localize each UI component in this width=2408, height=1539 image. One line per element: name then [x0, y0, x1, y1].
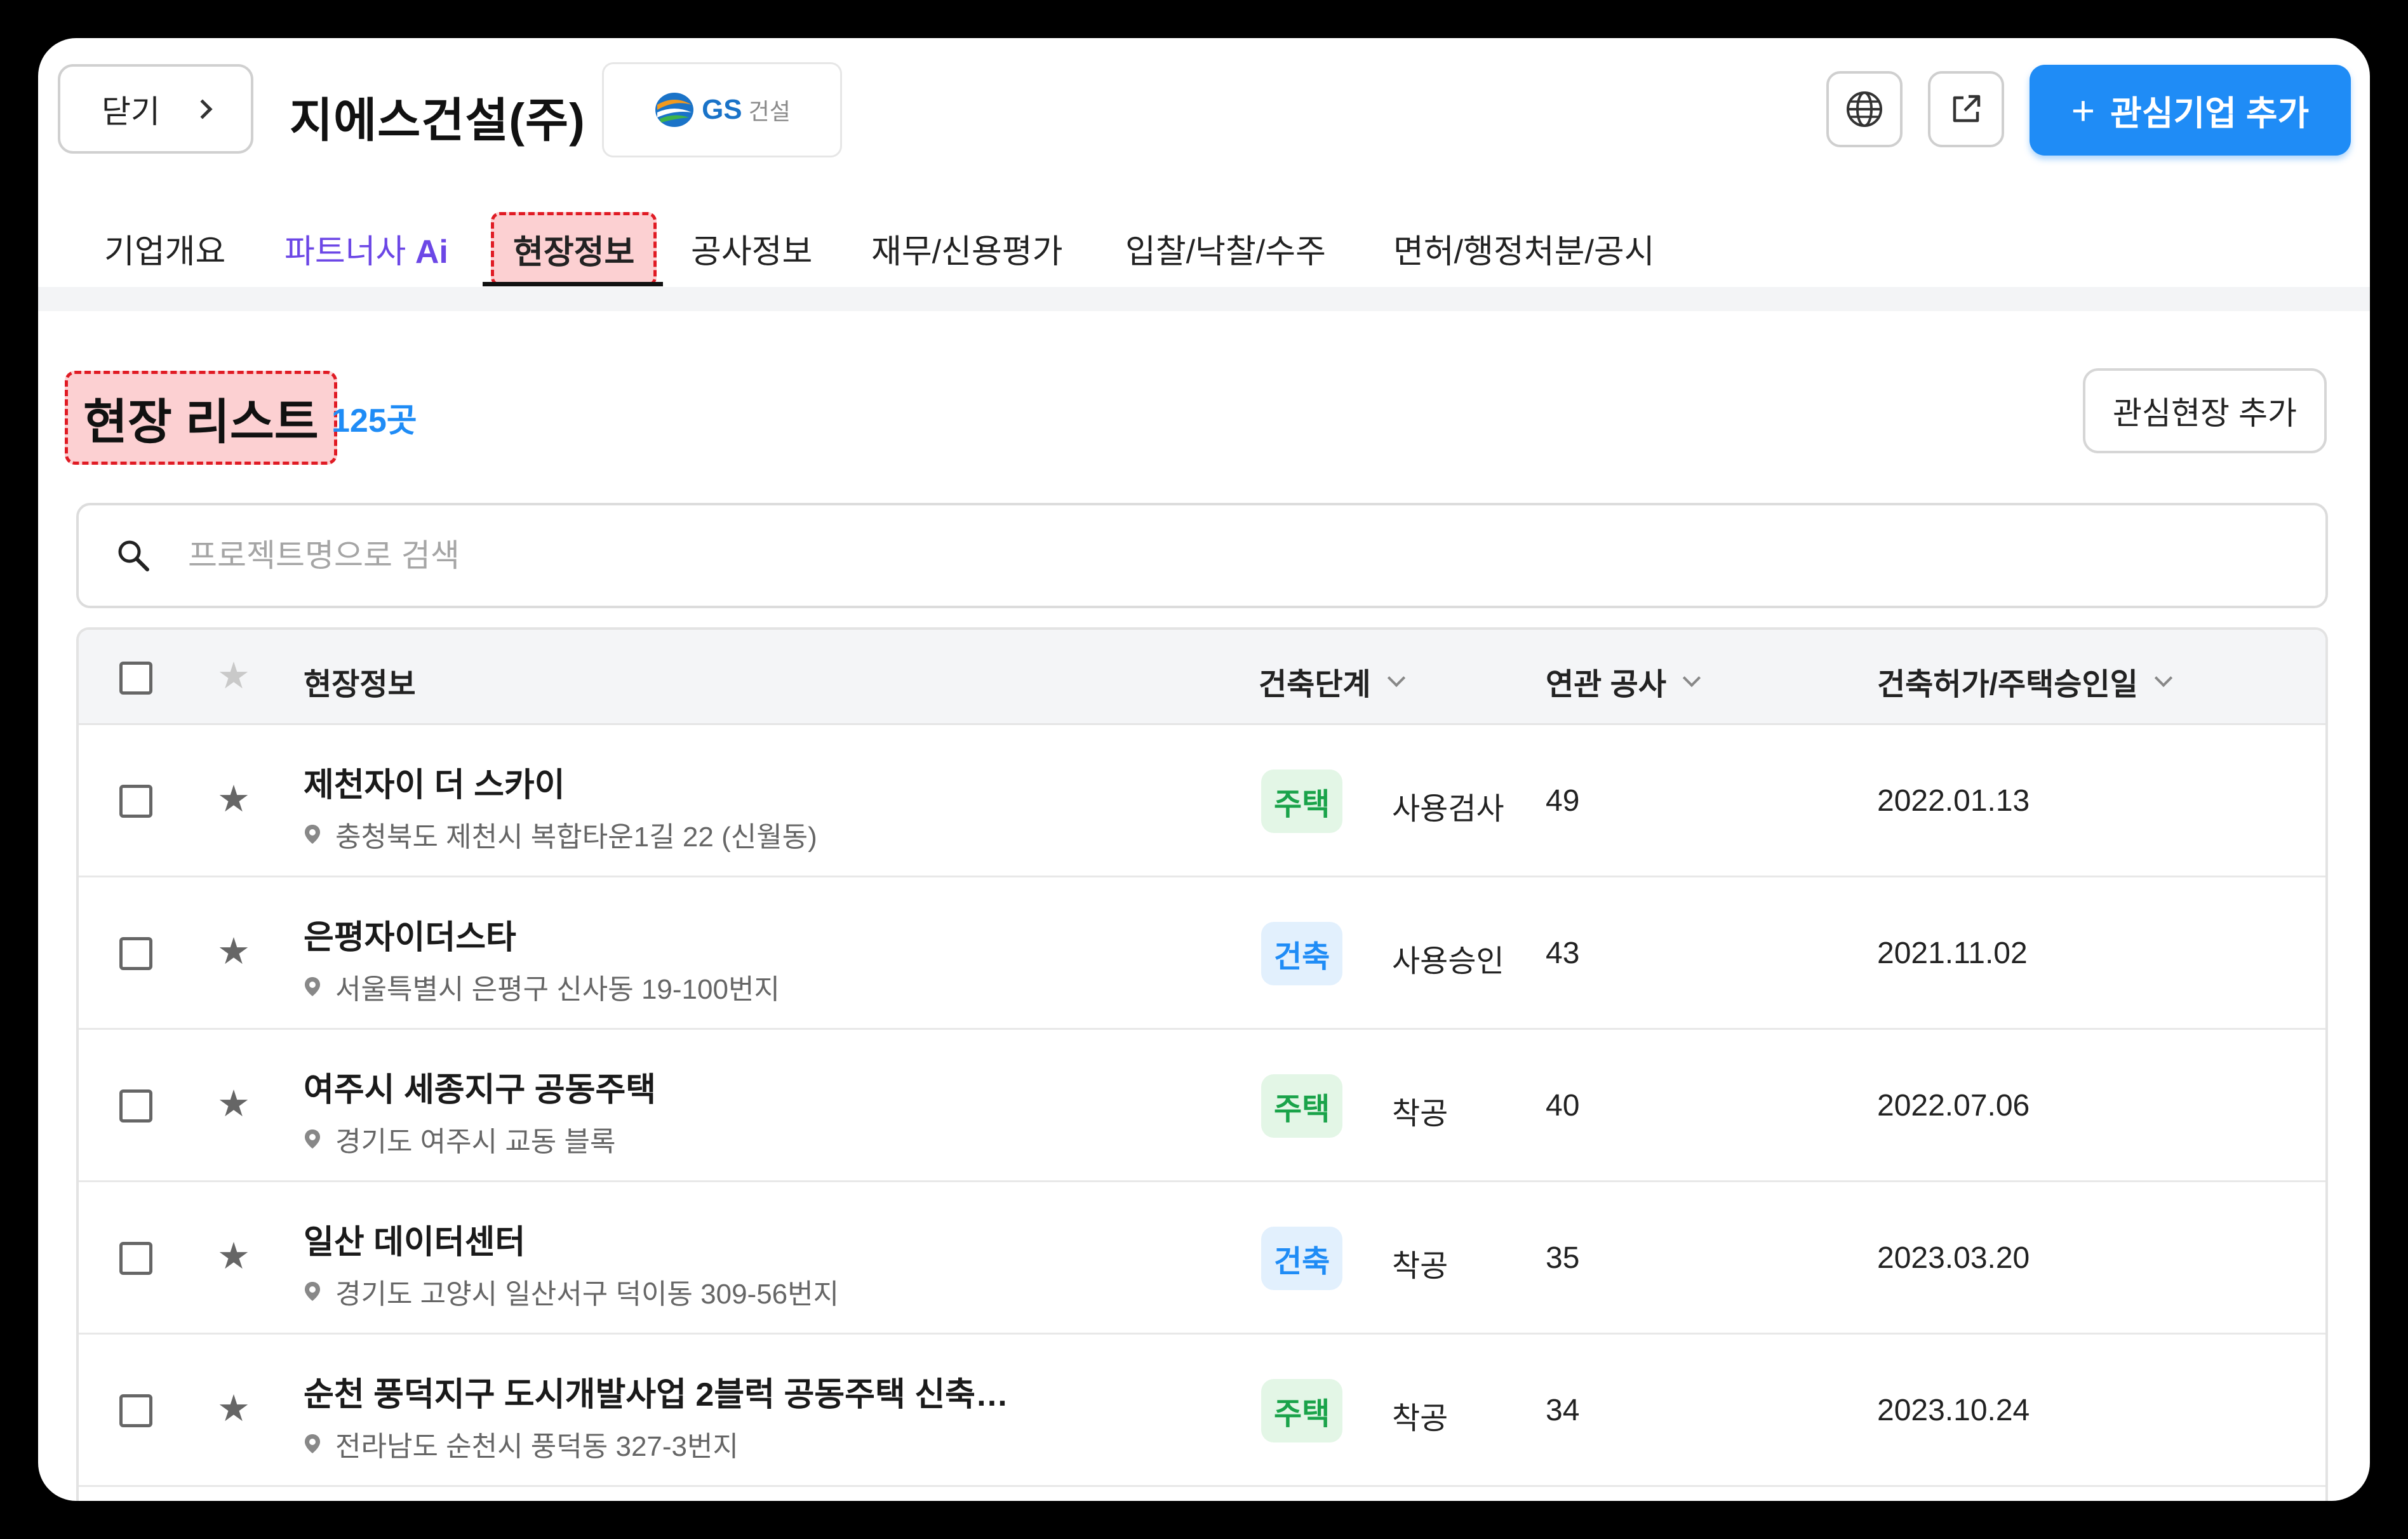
type-badge: 주택: [1261, 1379, 1343, 1442]
table-header: ★ 현장정보 건축단계 연관 공사 건축허가/주택승인일 착: [79, 630, 2325, 725]
close-button[interactable]: 닫기: [58, 64, 253, 154]
chevron-right-icon: [192, 98, 213, 119]
column-site-info: 현장정보: [304, 668, 416, 702]
column-build-stage[interactable]: 건축단계: [1259, 659, 1405, 703]
tab-bar: 기업개요 파트너사 Ai 현장정보 공사정보 재무/신용평가 입찰/낙찰/수주 …: [38, 203, 2370, 286]
type-badge: 주택: [1261, 1074, 1343, 1138]
app-window: 닫기 지에스건설(주) GS 건설 + 관심기업 추가 기업개요 파트너사 Ai…: [38, 38, 2370, 1501]
related-work-count: 43: [1546, 936, 1580, 970]
close-button-label: 닫기: [102, 93, 160, 130]
active-tab-indicator: [483, 282, 663, 286]
build-stage: 사용검사: [1392, 792, 1504, 826]
add-favorite-site-button[interactable]: 관심현장 추가: [2083, 368, 2327, 453]
tab-company-overview[interactable]: 기업개요: [104, 225, 225, 272]
row-checkbox[interactable]: [119, 937, 152, 970]
site-address: 전라남도 순천시 풍덕동 327-3번지: [304, 1423, 739, 1464]
location-pin-icon: [305, 1129, 320, 1149]
favorite-star-icon[interactable]: ★: [217, 781, 250, 818]
build-stage: 착공: [1392, 1402, 1448, 1436]
tab-partner-ai[interactable]: 파트너사 Ai: [284, 225, 448, 272]
search-input[interactable]: [188, 537, 1966, 574]
tab-license-disclosure[interactable]: 면허/행정처분/공시: [1393, 225, 1655, 272]
site-title[interactable]: 제천자이 더 스카이: [304, 758, 565, 806]
plus-icon: +: [2071, 87, 2096, 133]
table-row[interactable]: ★ 은평자이더스타 서울특별시 은평구 신사동 19-100번지 건축 사용승인…: [79, 877, 2325, 1030]
tab-site-info[interactable]: 현장정보: [491, 212, 657, 286]
related-work-count: 40: [1546, 1089, 1580, 1123]
section-title: 현장 리스트: [65, 371, 337, 465]
location-pin-icon: [305, 825, 320, 844]
permit-date: 2021.11.02: [1877, 936, 2028, 970]
type-badge: 건축: [1261, 922, 1343, 985]
external-link-icon: [1953, 95, 1981, 123]
site-count: 125곳: [331, 403, 417, 439]
row-checkbox[interactable]: [119, 785, 152, 818]
favorite-star-icon[interactable]: ★: [217, 1086, 250, 1123]
site-address: 경기도 고양시 일산서구 덕이동 309-56번지: [304, 1271, 839, 1312]
table-row[interactable]: ★ 순천 풍덕지구 도시개발사업 2블럭 공동주택 신축… 전라남도 순천시 풍…: [79, 1335, 2325, 1487]
add-company-label: 관심기업 추가: [2110, 95, 2310, 133]
table-row[interactable]: ★ 여주시 세종지구 공동주택 경기도 여주시 교동 블록 주택 착공 40 2…: [79, 1030, 2325, 1182]
permit-date: 2023.10.24: [1877, 1394, 2030, 1427]
chevron-down-icon: [2154, 669, 2172, 688]
location-pin-icon: [305, 1282, 320, 1301]
chevron-down-icon: [1387, 669, 1405, 688]
search-bar[interactable]: [76, 503, 2328, 608]
build-stage: 착공: [1392, 1097, 1448, 1131]
row-checkbox[interactable]: [119, 1242, 152, 1275]
globe-icon: [1847, 91, 1882, 127]
site-title[interactable]: 일산 데이터센터: [304, 1215, 525, 1263]
column-related-work[interactable]: 연관 공사: [1546, 659, 1701, 703]
favorite-star-icon[interactable]: ★: [217, 1238, 250, 1275]
row-checkbox[interactable]: [119, 1394, 152, 1427]
chevron-down-icon: [1682, 669, 1701, 688]
permit-date: 2022.07.06: [1877, 1089, 2030, 1123]
company-name: 지에스건설(주): [290, 94, 585, 147]
row-checkbox[interactable]: [119, 1089, 152, 1123]
tabs-divider: [38, 287, 2370, 311]
star-header-icon: ★: [217, 655, 250, 696]
gs-logo-icon: [655, 93, 694, 127]
site-address: 경기도 여주시 교동 블록: [304, 1119, 615, 1159]
favorite-star-icon[interactable]: ★: [217, 933, 250, 970]
favorite-star-icon[interactable]: ★: [217, 1390, 250, 1427]
related-work-count: 49: [1546, 784, 1580, 818]
build-stage: 착공: [1392, 1249, 1448, 1283]
tab-bid-award[interactable]: 입찰/낙찰/수주: [1125, 225, 1326, 272]
logo-subtext: 건설: [748, 98, 791, 124]
site-title[interactable]: 순천 풍덕지구 도시개발사업 2블럭 공동주택 신축…: [304, 1368, 1008, 1415]
type-badge: 주택: [1261, 770, 1343, 833]
tab-finance-credit[interactable]: 재무/신용평가: [871, 225, 1063, 272]
type-badge: 건축: [1261, 1227, 1343, 1290]
location-pin-icon: [305, 977, 320, 996]
search-icon: [113, 535, 154, 576]
permit-date: 2023.03.20: [1877, 1241, 2030, 1275]
ai-suffix: Ai: [415, 234, 448, 270]
site-title[interactable]: 여주시 세종지구 공동주택: [304, 1063, 656, 1110]
related-work-count: 34: [1546, 1394, 1580, 1427]
tab-construction-info[interactable]: 공사정보: [691, 225, 812, 272]
site-address: 서울특별시 은평구 신사동 19-100번지: [304, 966, 780, 1007]
table-row[interactable]: ★ 일산 데이터센터 경기도 고양시 일산서구 덕이동 309-56번지 건축 …: [79, 1182, 2325, 1335]
globe-button[interactable]: [1826, 71, 1903, 147]
external-link-button[interactable]: [1928, 71, 2004, 147]
add-favorite-company-button[interactable]: + 관심기업 추가: [2030, 65, 2351, 156]
company-logo: GS 건설: [602, 62, 842, 157]
site-title[interactable]: 은평자이더스타: [304, 910, 516, 958]
table-row[interactable]: ★ 제천자이 더 스카이 충청북도 제천시 복합타운1길 22 (신월동) 주택…: [79, 725, 2325, 877]
site-address: 충청북도 제천시 복합타운1길 22 (신월동): [304, 814, 817, 855]
site-table: ★ 현장정보 건축단계 연관 공사 건축허가/주택승인일 착 ★: [76, 627, 2328, 1501]
permit-date: 2022.01.13: [1877, 784, 2030, 818]
column-permit-date[interactable]: 건축허가/주택승인일: [1877, 659, 2172, 703]
select-all-checkbox[interactable]: [119, 662, 152, 695]
related-work-count: 35: [1546, 1241, 1580, 1275]
logo-text: GS: [702, 94, 742, 125]
build-stage: 사용승인: [1392, 945, 1504, 978]
location-pin-icon: [305, 1434, 320, 1453]
